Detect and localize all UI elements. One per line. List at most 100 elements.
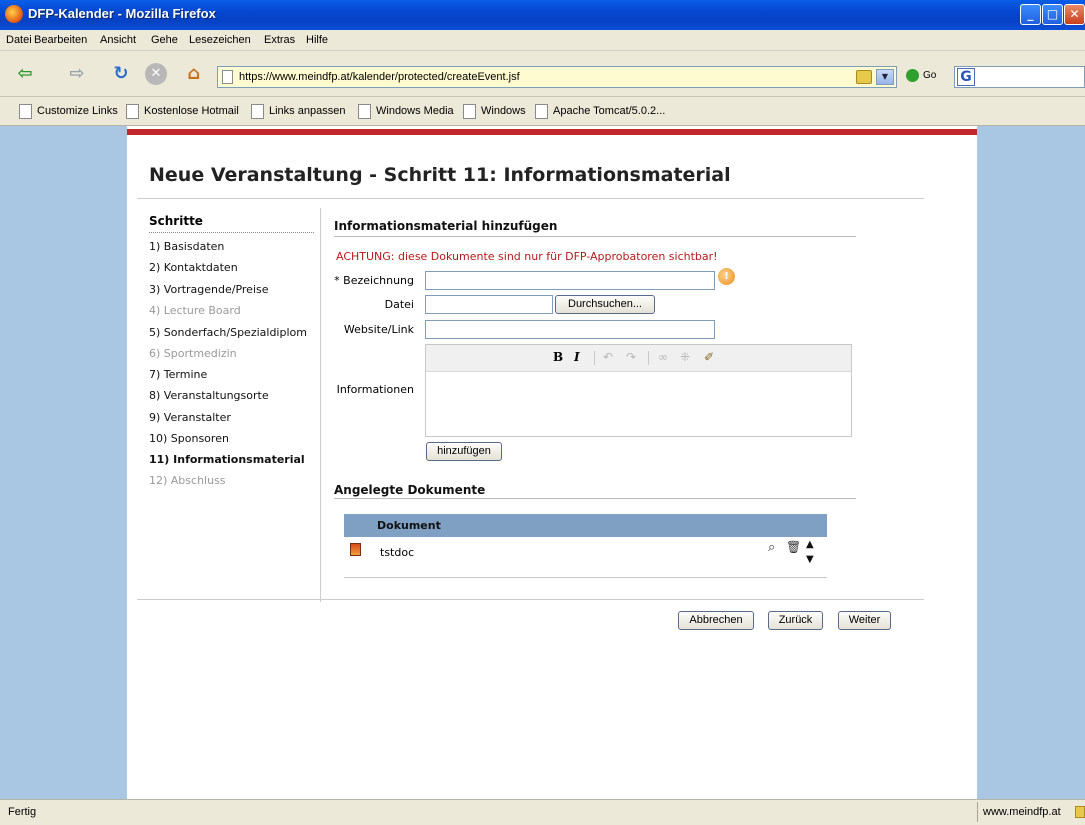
step-sonderfach[interactable]: 5) Sonderfach/Spezialdiplom: [149, 326, 307, 339]
url-dropdown-icon[interactable]: ▼: [876, 69, 894, 85]
step-lecture-board: 4) Lecture Board: [149, 304, 241, 317]
step-veranstalter[interactable]: 9) Veranstalter: [149, 411, 231, 424]
datei-input[interactable]: [425, 295, 553, 314]
url-text: https://www.meindfp.at/kalender/protecte…: [239, 71, 520, 83]
magnifier-icon[interactable]: ⌕: [768, 540, 775, 555]
rich-text-editor[interactable]: B I ↶ ↷ ∞ ⁜ ✐: [425, 344, 852, 437]
status-lock-icon[interactable]: [1075, 806, 1085, 818]
page-title: Neue Veranstaltung - Schritt 11: Informa…: [149, 164, 731, 186]
bookmark-links-anpassen[interactable]: Links anpassen: [251, 104, 345, 119]
add-button[interactable]: hinzufügen: [426, 442, 502, 461]
menu-datei[interactable]: Datei: [6, 34, 32, 46]
go-button[interactable]: Go: [906, 69, 936, 82]
toolbar-separator: [594, 351, 595, 365]
step-sponsoren[interactable]: 10) Sponsoren: [149, 432, 229, 445]
status-text: Fertig: [8, 806, 37, 818]
info-icon[interactable]: !: [718, 268, 735, 285]
step-basisdaten[interactable]: 1) Basisdaten: [149, 240, 224, 253]
steps-divider: [149, 232, 314, 233]
table-row: tstdoc ⌕ 🗑 ▲ ▼: [344, 537, 827, 578]
menu-hilfe[interactable]: Hilfe: [306, 34, 328, 46]
page-container: Neue Veranstaltung - Schritt 11: Informa…: [127, 126, 977, 799]
go-label: Go: [923, 70, 937, 82]
navigation-toolbar: ⇦ ⇨ ↻ ✕ ⌂ https://www.meindfp.at/kalende…: [0, 51, 1085, 97]
content-viewport: Neue Veranstaltung - Schritt 11: Informa…: [0, 126, 1085, 799]
bookmarks-toolbar: Customize Links Kostenlose Hotmail Links…: [0, 97, 1085, 126]
next-button[interactable]: Weiter: [838, 611, 891, 630]
bezeichnung-label: * Bezeichnung: [334, 274, 414, 287]
status-host: www.meindfp.at: [983, 806, 1061, 818]
bezeichnung-input[interactable]: [425, 271, 715, 290]
visibility-warning: ACHTUNG: diese Dokumente sind nur für DF…: [336, 250, 718, 263]
unlink-icon[interactable]: ⁜: [680, 350, 690, 364]
italic-icon[interactable]: I: [574, 350, 580, 364]
back-arrow-icon[interactable]: ⇦: [12, 61, 38, 87]
website-label: Website/Link: [343, 323, 414, 336]
status-bar: Fertig www.meindfp.at: [0, 799, 1085, 825]
title-divider: [137, 198, 924, 199]
minimize-button[interactable]: _: [1020, 4, 1041, 25]
header-accent-bar: [127, 129, 977, 135]
step-kontaktdaten[interactable]: 2) Kontaktdaten: [149, 261, 238, 274]
table-header: Dokument: [344, 514, 827, 537]
step-veranstaltungsorte[interactable]: 8) Veranstaltungsorte: [149, 389, 269, 402]
redo-icon[interactable]: ↷: [626, 350, 636, 364]
maximize-button[interactable]: □: [1042, 4, 1063, 25]
lock-icon[interactable]: [856, 70, 872, 84]
menu-gehe[interactable]: Gehe: [151, 34, 178, 46]
search-box[interactable]: G: [954, 66, 1085, 88]
documents-heading: Angelegte Dokumente: [334, 483, 486, 497]
datei-label: Datei: [384, 298, 414, 311]
google-icon: G: [957, 68, 975, 86]
move-down-icon[interactable]: ▼: [806, 554, 814, 565]
cancel-button[interactable]: Abbrechen: [678, 611, 754, 630]
menu-lesezeichen[interactable]: Lesezeichen: [189, 34, 251, 46]
forward-arrow-icon[interactable]: ⇨: [64, 61, 90, 87]
menu-bearbeiten[interactable]: Bearbeiten: [34, 34, 87, 46]
step-informationsmaterial: 11) Informationsmaterial: [149, 453, 305, 466]
toolbar-separator: [648, 351, 649, 365]
bookmark-apache-tomcat[interactable]: Apache Tomcat/5.0.2...: [535, 104, 665, 119]
editor-toolbar: B I ↶ ↷ ∞ ⁜ ✐: [426, 345, 851, 372]
website-input[interactable]: [425, 320, 715, 339]
informationen-label: Informationen: [336, 383, 414, 396]
home-icon[interactable]: ⌂: [181, 61, 207, 87]
step-abschluss: 12) Abschluss: [149, 474, 226, 487]
add-material-heading: Informationsmaterial hinzufügen: [334, 219, 558, 233]
firefox-icon: [5, 5, 23, 23]
trash-icon[interactable]: 🗑: [786, 540, 801, 554]
step-termine[interactable]: 7) Termine: [149, 368, 207, 381]
bookmark-windows-media[interactable]: Windows Media: [358, 104, 454, 119]
add-material-divider: [334, 236, 856, 237]
menu-extras[interactable]: Extras: [264, 34, 295, 46]
window-title: DFP-Kalender - Mozilla Firefox: [28, 6, 216, 21]
browse-button[interactable]: Durchsuchen...: [555, 295, 655, 314]
step-sportmedizin: 6) Sportmedizin: [149, 347, 237, 360]
back-button[interactable]: Zurück: [768, 611, 823, 630]
documents-table: Dokument tstdoc ⌕ 🗑 ▲ ▼: [344, 514, 827, 579]
reload-icon[interactable]: ↻: [108, 61, 134, 87]
status-separator: [977, 802, 978, 822]
page-icon: [222, 70, 233, 84]
document-file-icon: [350, 543, 361, 556]
bookmark-windows[interactable]: Windows: [463, 104, 526, 119]
window-title-bar: DFP-Kalender - Mozilla Firefox _ □ ✕: [0, 0, 1085, 30]
link-icon[interactable]: ∞: [658, 350, 668, 364]
document-name[interactable]: tstdoc: [380, 546, 414, 559]
bookmark-customize-links[interactable]: Customize Links: [19, 104, 118, 119]
editor-body[interactable]: [430, 377, 848, 433]
form-bottom-divider: [137, 599, 924, 600]
bookmark-kostenlose-hotmail[interactable]: Kostenlose Hotmail: [126, 104, 239, 119]
menu-ansicht[interactable]: Ansicht: [100, 34, 136, 46]
undo-icon[interactable]: ↶: [603, 350, 613, 364]
cleanup-icon[interactable]: ✐: [704, 350, 714, 364]
stop-icon[interactable]: ✕: [145, 63, 167, 85]
move-up-icon[interactable]: ▲: [806, 539, 814, 550]
column-header-dokument: Dokument: [377, 519, 441, 532]
step-vortragende-preise[interactable]: 3) Vortragende/Preise: [149, 283, 269, 296]
bold-icon[interactable]: B: [553, 350, 563, 364]
menu-bar: Datei Bearbeiten Ansicht Gehe Lesezeiche…: [0, 30, 1085, 51]
url-bar[interactable]: https://www.meindfp.at/kalender/protecte…: [217, 66, 897, 88]
close-button[interactable]: ✕: [1064, 4, 1085, 25]
documents-divider: [334, 498, 856, 499]
